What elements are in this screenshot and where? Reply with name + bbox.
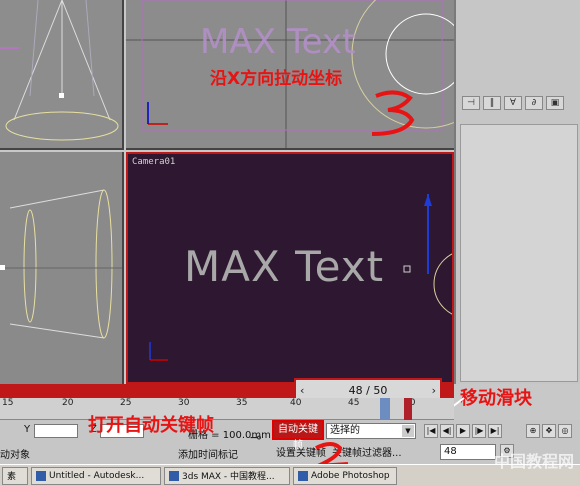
go-to-end-icon[interactable]: ▶| [488, 424, 502, 438]
app-icon [36, 470, 46, 481]
current-frame-marker[interactable] [380, 398, 390, 420]
tick-label: 25 [120, 398, 132, 408]
remove-modifier-button[interactable]: ∂ [525, 96, 543, 110]
tick-label: 45 [348, 398, 360, 408]
chevron-down-icon: ▼ [402, 425, 414, 437]
taskbar-item[interactable]: Adobe Photoshop [293, 466, 397, 485]
orbit-icon[interactable]: ◎ [558, 424, 572, 438]
tick-label: 15 [2, 398, 14, 408]
make-unique-button[interactable]: ∀ [504, 96, 522, 110]
slider-next-arrow[interactable]: › [432, 384, 436, 397]
tick-label: 40 [290, 398, 302, 408]
next-frame-icon[interactable]: |▶ [472, 424, 486, 438]
tick-label: 30 [178, 398, 190, 408]
current-frame-field[interactable]: 48 [440, 444, 496, 460]
front-cone-wireframe [0, 0, 119, 141]
viewport-left[interactable] [0, 152, 124, 384]
command-toolbar: ⊣ ‖ ∀ ∂ ▣ [462, 96, 578, 112]
configure-button[interactable]: ▣ [546, 96, 564, 110]
taskbar-item[interactable]: Untitled - Autodesk... [31, 466, 161, 485]
tick-label: 35 [236, 398, 248, 408]
tick-label: 20 [62, 398, 74, 408]
play-icon[interactable]: ▶ [456, 424, 470, 438]
pan-icon[interactable]: ✥ [542, 424, 556, 438]
selection-dropdown[interactable]: 选择的 ▼ [326, 423, 416, 439]
command-panel-content [460, 124, 578, 382]
viewport-top-left[interactable] [0, 0, 124, 150]
number-three-mark [371, 90, 415, 136]
slider-prev-arrow[interactable]: ‹ [300, 384, 304, 397]
auto-key-annotation: 打开自动关键帧 [88, 415, 214, 436]
show-result-button[interactable]: ‖ [483, 96, 501, 110]
slider-annotation: 移动滑块 [460, 388, 532, 409]
go-to-start-icon[interactable]: |◀ [424, 424, 438, 438]
app-window: MAX Text Camera01 MAX Text 沿X方向拉动坐标 ⊣ ‖ … [0, 0, 580, 486]
axis-annotation: 沿X方向拉动坐标 [210, 69, 343, 89]
pin-stack-button[interactable]: ⊣ [462, 96, 480, 110]
slider-frame-value: 48 / 50 [348, 383, 388, 397]
app-icon [298, 470, 308, 481]
key-icon[interactable]: ⊸ [250, 430, 262, 446]
auto-key-button[interactable]: 自动关键帧 [272, 420, 324, 451]
coord-y-field[interactable] [34, 424, 78, 438]
taskbar-item[interactable]: 3ds MAX - 中国教程... [164, 466, 290, 485]
add-time-tag[interactable]: 添加时间标记 [178, 446, 238, 461]
watermark: 中国教程网 [493, 452, 574, 471]
command-panel: ⊣ ‖ ∀ ∂ ▣ [454, 0, 580, 384]
taskbar-item[interactable]: 素 [2, 466, 28, 485]
app-icon [169, 470, 179, 481]
coord-y-label: Y [24, 424, 31, 435]
selection-value: 选择的 [330, 425, 360, 436]
status-line: 动对象 [0, 450, 30, 461]
top-view-text: MAX Text [200, 22, 356, 62]
end-key-marker [404, 398, 412, 420]
left-cone-wireframe [0, 189, 122, 339]
prev-frame-icon[interactable]: ◀| [440, 424, 454, 438]
zoom-icon[interactable]: ⊕ [526, 424, 540, 438]
camera-gizmo [149, 194, 452, 361]
viewport-camera[interactable]: Camera01 MAX Text [126, 152, 454, 384]
